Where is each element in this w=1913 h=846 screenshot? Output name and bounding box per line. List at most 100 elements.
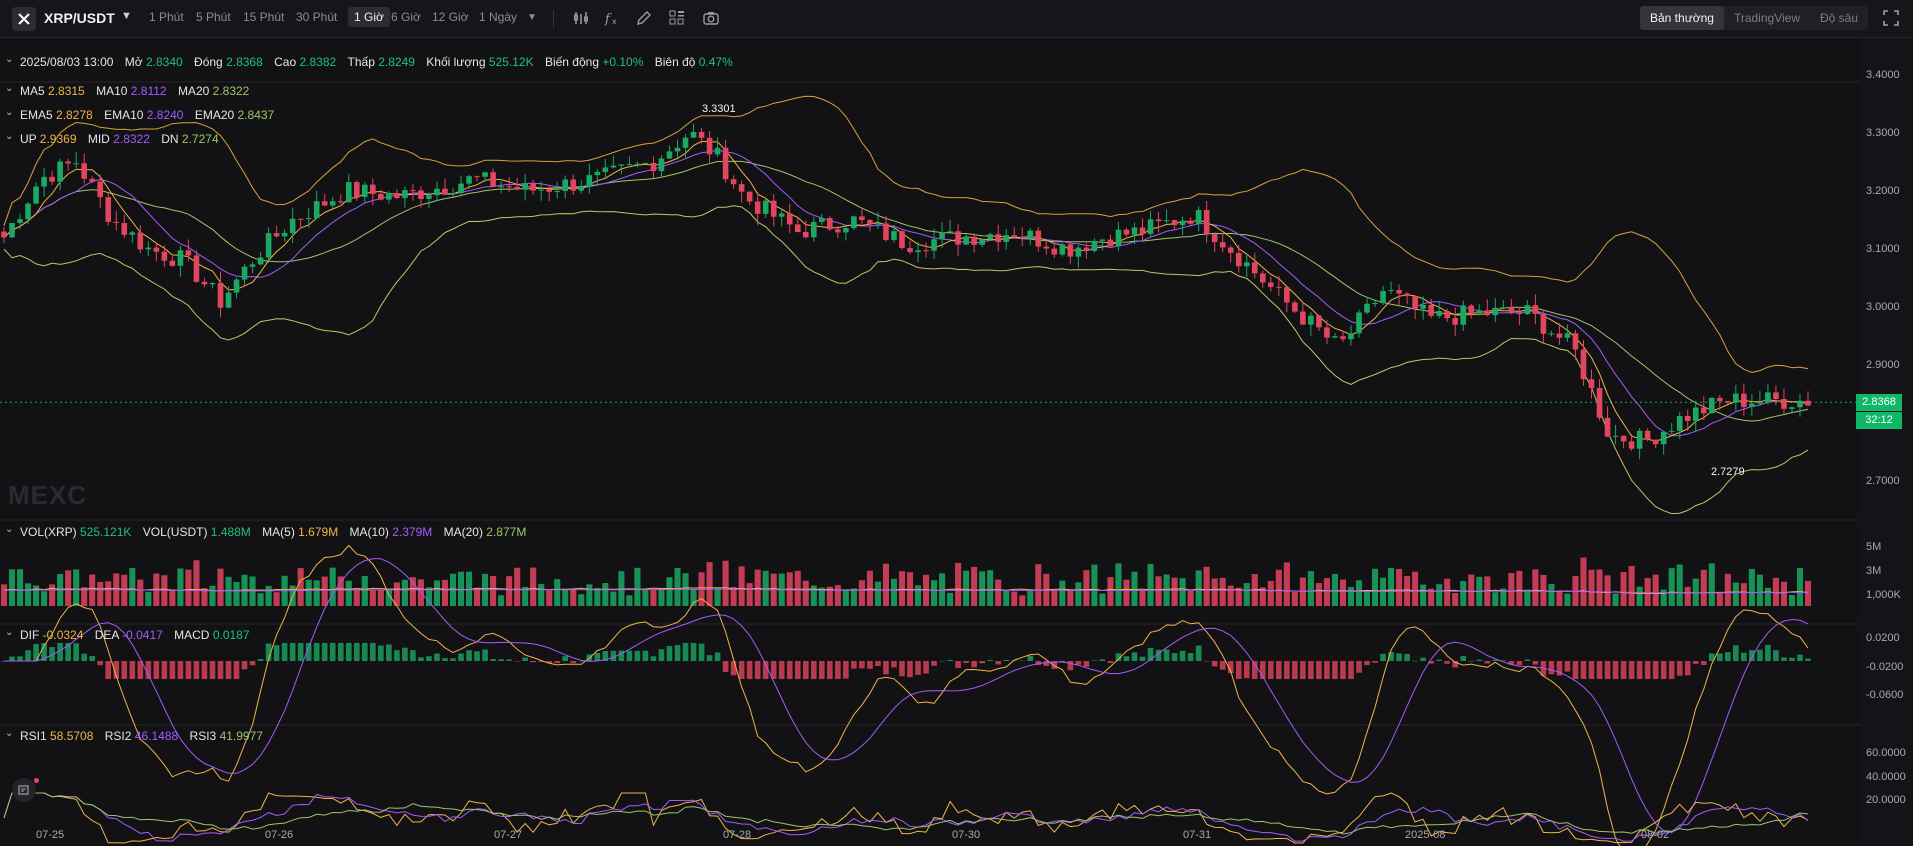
view-standard-button[interactable]: Bản thường xyxy=(1640,6,1724,30)
macd-histogram-bar xyxy=(1300,661,1306,679)
ema-legend: ⌄ EMA5 2.8278 EMA10 2.8240 EMA20 2.8437 xyxy=(5,107,274,122)
view-depth-button[interactable]: Độ sâu xyxy=(1810,6,1868,30)
macd-histogram-bar xyxy=(1781,657,1787,661)
tab-30m[interactable]: 30 Phút xyxy=(296,10,337,24)
chevron-down-icon[interactable]: ▼ xyxy=(121,10,132,22)
candle-body xyxy=(9,223,15,238)
chart-canvas[interactable] xyxy=(0,38,1913,846)
ema20-label: EMA20 xyxy=(194,108,235,122)
macd-histogram-bar xyxy=(778,661,785,679)
volume-bar xyxy=(1275,569,1282,606)
macd-histogram-bar xyxy=(370,643,376,661)
tab-12h[interactable]: 12 Giờ xyxy=(432,10,469,24)
collapse-icon[interactable]: ⌄ xyxy=(5,131,13,142)
collapse-icon[interactable]: ⌄ xyxy=(5,627,13,638)
pair-selector[interactable]: XRP/USDT xyxy=(44,10,115,26)
volume-bar xyxy=(457,571,465,606)
collapse-icon[interactable]: ⌄ xyxy=(5,728,13,739)
macd-histogram-bar xyxy=(1716,653,1723,661)
candle-body xyxy=(1524,305,1531,315)
tab-1h[interactable]: 1 Giờ xyxy=(348,7,390,27)
macd-histogram-bar xyxy=(1436,659,1442,661)
candle-body xyxy=(762,200,769,214)
volume-bar xyxy=(987,570,994,606)
candle-body xyxy=(313,201,320,219)
candle-body xyxy=(522,183,528,190)
candle-body xyxy=(217,282,224,308)
macd-histogram-bar xyxy=(915,661,921,675)
macd-histogram-bar xyxy=(1444,661,1451,664)
volume-bar xyxy=(1315,583,1322,606)
volume-bar xyxy=(1211,578,1218,606)
candle-body xyxy=(1051,248,1058,255)
collapse-icon[interactable]: ⌄ xyxy=(5,83,13,94)
macd-histogram-bar xyxy=(1580,661,1587,679)
exchange-logo-icon[interactable] xyxy=(12,7,36,31)
candle-body xyxy=(1107,239,1114,247)
tab-1m[interactable]: 1 Phút xyxy=(149,10,184,24)
candle-body xyxy=(1067,244,1074,257)
candle-body xyxy=(273,233,280,237)
volume-bar xyxy=(1612,593,1619,606)
collapse-icon[interactable]: ⌄ xyxy=(5,54,13,65)
volume-bar xyxy=(1219,577,1226,606)
volume-bar xyxy=(971,566,978,606)
chart-area[interactable] xyxy=(0,38,1913,846)
close-label: Đóng xyxy=(194,55,223,69)
ma-legend: ⌄ MA5 2.8315 MA10 2.8112 MA20 2.8322 xyxy=(5,83,249,98)
candle-body xyxy=(955,231,961,245)
collapse-icon[interactable]: ⌄ xyxy=(5,107,13,118)
alert-tool-button[interactable] xyxy=(12,778,39,802)
candle-body xyxy=(233,279,240,293)
timeframe-dropdown-icon[interactable]: ▼ xyxy=(527,12,537,23)
macd-histogram-bar xyxy=(706,655,713,661)
volume-bar xyxy=(1524,589,1531,606)
volume-bar xyxy=(1027,589,1034,606)
candle-body xyxy=(321,201,328,206)
indicators-icon[interactable] xyxy=(572,9,590,27)
ma10-label: MA10 xyxy=(96,84,128,98)
collapse-icon[interactable]: ⌄ xyxy=(5,524,13,535)
macd-histogram-bar xyxy=(225,661,232,679)
macd-histogram-bar xyxy=(161,661,168,679)
macd-histogram-bar xyxy=(1219,661,1226,670)
view-tradingview-button[interactable]: TradingView xyxy=(1724,6,1810,30)
macd-histogram-bar xyxy=(1652,661,1659,679)
tab-1d[interactable]: 1 Ngày xyxy=(479,10,517,24)
candle-body xyxy=(1636,430,1643,449)
notification-dot xyxy=(34,778,39,783)
macd-histogram-bar xyxy=(450,658,456,661)
formula-icon[interactable]: fx xyxy=(603,9,621,27)
macd-value: 0.0187 xyxy=(212,628,250,642)
macd-histogram-bar xyxy=(1636,661,1643,679)
tab-6h[interactable]: 6 Giờ xyxy=(391,10,421,24)
candle-body xyxy=(1789,407,1795,409)
tab-15m[interactable]: 15 Phút xyxy=(243,10,284,24)
macd-histogram-bar xyxy=(802,661,809,679)
volume-bar xyxy=(329,567,336,606)
layout-grid-icon[interactable] xyxy=(668,9,686,27)
volume-bar xyxy=(714,588,721,606)
draw-pencil-icon[interactable] xyxy=(635,9,653,27)
boll-up-value: 2.9369 xyxy=(39,132,77,146)
candle-body xyxy=(514,186,520,190)
rsi-tick: 20.0000 xyxy=(1866,794,1906,806)
candle-body xyxy=(939,232,945,240)
macd-histogram-bar xyxy=(321,643,328,661)
volume-bar xyxy=(738,566,745,606)
volume-bar xyxy=(802,580,809,606)
candle-body xyxy=(1219,242,1226,248)
camera-icon[interactable] xyxy=(702,9,720,27)
candle-body xyxy=(1733,393,1739,403)
volume-bar xyxy=(1748,568,1755,606)
macd-histogram-bar xyxy=(1604,661,1611,679)
volume-bar xyxy=(1123,579,1130,606)
volume-bar xyxy=(570,588,577,606)
candle-body xyxy=(1155,219,1162,222)
volume-bar xyxy=(931,580,938,606)
volume-bar xyxy=(490,576,497,606)
candle-body xyxy=(1556,333,1563,338)
fullscreen-icon[interactable] xyxy=(1883,10,1899,26)
volume-bar xyxy=(1075,582,1082,606)
tab-5m[interactable]: 5 Phút xyxy=(196,10,231,24)
